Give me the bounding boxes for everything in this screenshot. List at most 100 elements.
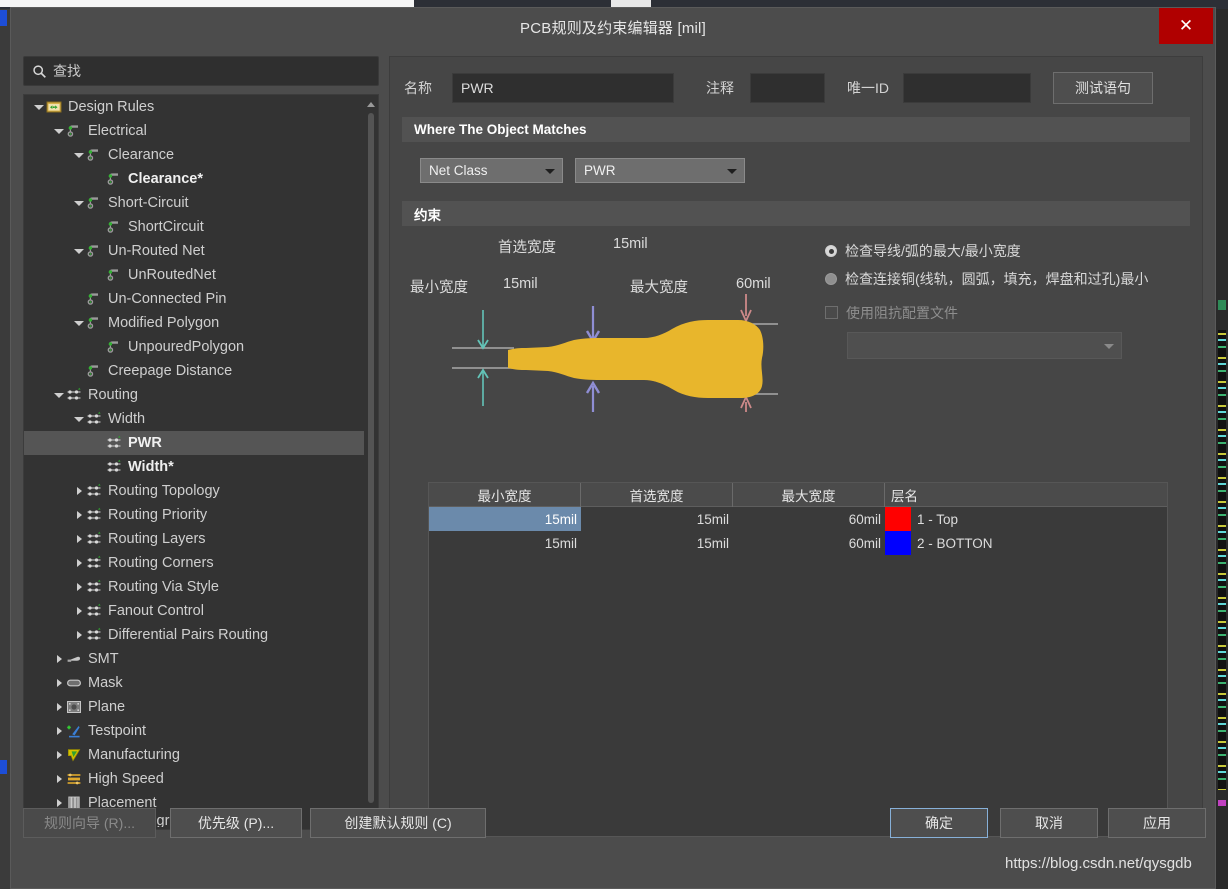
chevron-right-icon[interactable] — [52, 751, 66, 759]
chevron-down-icon[interactable] — [72, 320, 86, 326]
tree-item-fanout-control[interactable]: Fanout Control — [24, 599, 364, 623]
tree-item-pwr[interactable]: PWR — [24, 431, 364, 455]
tree-item-shortcircuit[interactable]: ShortCircuit — [24, 215, 364, 239]
chevron-right-icon[interactable] — [72, 583, 86, 591]
ok-button[interactable]: 确定 — [890, 808, 988, 838]
desktop-accent-marker-bottom — [0, 760, 7, 774]
scrollbar-thumb[interactable] — [368, 113, 374, 803]
tree-item-differential-pairs-routing[interactable]: Differential Pairs Routing — [24, 623, 364, 647]
tree-item-clearance[interactable]: Clearance — [24, 143, 364, 167]
chevron-right-icon[interactable] — [52, 655, 66, 663]
checkbox-icon[interactable] — [825, 306, 838, 319]
tree-item-clearance[interactable]: Clearance* — [24, 167, 364, 191]
option-check-track-width[interactable]: 检查导线/弧的最大/最小宽度 — [825, 242, 1190, 260]
chevron-down-icon[interactable] — [72, 416, 86, 422]
table-cell-layer[interactable]: 2 - BOTTON — [911, 536, 993, 551]
chevron-right-icon[interactable] — [72, 607, 86, 615]
tree-item-electrical[interactable]: Electrical — [24, 119, 364, 143]
chevron-down-icon[interactable] — [52, 128, 66, 134]
chevron-right-icon[interactable] — [52, 727, 66, 735]
tree-item-smt[interactable]: SMT — [24, 647, 364, 671]
desktop-background-top-white — [0, 0, 414, 7]
chevron-right-icon[interactable] — [72, 511, 86, 519]
chevron-right-icon[interactable] — [52, 679, 66, 687]
max-width-value: 60mil — [736, 276, 771, 292]
apply-button[interactable]: 应用 — [1108, 808, 1206, 838]
chevron-right-glyph — [56, 703, 62, 711]
chevron-down-icon[interactable] — [72, 152, 86, 158]
tree-item-routing-layers[interactable]: Routing Layers — [24, 527, 364, 551]
tree-item-routing[interactable]: Routing — [24, 383, 364, 407]
tree-item-unpouredpolygon[interactable]: UnpouredPolygon — [24, 335, 364, 359]
tree-item-design-rules[interactable]: Design Rules — [24, 95, 364, 119]
rule-wizard-label: 规则向导 (R)... — [44, 815, 135, 831]
tree-item-label: Design Rules — [68, 99, 155, 115]
chevron-right-icon[interactable] — [52, 775, 66, 783]
electrical-icon — [107, 341, 118, 353]
chevron-down-icon[interactable] — [72, 248, 86, 254]
routing-icon — [87, 483, 101, 496]
tree-item-testpoint[interactable]: Testpoint — [24, 719, 364, 743]
close-icon[interactable]: ✕ — [1159, 8, 1213, 44]
table-column-header-0[interactable]: 最小宽度 — [429, 483, 581, 507]
tree-item-creepage-distance[interactable]: Creepage Distance — [24, 359, 364, 383]
tree-item-short-circuit[interactable]: Short-Circuit — [24, 191, 364, 215]
table-cell-preferred[interactable]: 15mil — [581, 507, 733, 531]
scope-value-dropdown[interactable]: PWR — [575, 158, 745, 183]
tree-item-un-connected-pin[interactable]: Un-Connected Pin — [24, 287, 364, 311]
radio-icon[interactable] — [825, 245, 837, 257]
tree-item-routing-via-style[interactable]: Routing Via Style — [24, 575, 364, 599]
tree-item-modified-polygon[interactable]: Modified Polygon — [24, 311, 364, 335]
option-check-connected-copper[interactable]: 检查连接铜(线轨，圆弧，填充，焊盘和过孔)最小 — [825, 270, 1190, 288]
chevron-down-icon[interactable] — [72, 200, 86, 206]
rule-name-input[interactable] — [452, 73, 674, 103]
rules-tree-list[interactable]: Design Rules Electrical Clearance Clearance… — [24, 95, 364, 829]
cancel-button[interactable]: 取消 — [1000, 808, 1098, 838]
option-use-impedance-profile[interactable]: 使用阻抗配置文件 — [825, 304, 1190, 322]
tree-item-label: Creepage Distance — [108, 363, 233, 379]
tree-scrollbar[interactable] — [364, 95, 378, 829]
tree-item-mask[interactable]: Mask — [24, 671, 364, 695]
chevron-right-icon[interactable] — [72, 631, 86, 639]
table-cell-preferred[interactable]: 15mil — [581, 531, 733, 555]
table-column-header-1[interactable]: 首选宽度 — [581, 483, 733, 507]
table-row[interactable]: 15mil 15mil 60mil 1 - Top — [429, 507, 1167, 531]
unique-id-input[interactable] — [903, 73, 1031, 103]
table-cell-layer[interactable]: 1 - Top — [911, 512, 958, 527]
table-cell-min[interactable]: 15mil — [429, 507, 581, 531]
create-default-rules-button[interactable]: 创建默认规则 (C) — [310, 808, 486, 838]
table-column-header-2[interactable]: 最大宽度 — [733, 483, 885, 507]
scroll-up-icon[interactable] — [364, 97, 378, 111]
chevron-down-glyph — [54, 128, 64, 134]
table-cell-max[interactable]: 60mil — [733, 507, 885, 531]
tree-item-routing-topology[interactable]: Routing Topology — [24, 479, 364, 503]
tree-item-plane[interactable]: Plane — [24, 695, 364, 719]
tree-item-manufacturing[interactable]: Manufacturing — [24, 743, 364, 767]
table-row[interactable]: 15mil 15mil 60mil 2 - BOTTON — [429, 531, 1167, 555]
name-label: 名称 — [404, 80, 432, 96]
chevron-right-icon[interactable] — [52, 703, 66, 711]
search-input[interactable] — [53, 63, 370, 79]
tree-item-unroutednet[interactable]: UnRoutedNet — [24, 263, 364, 287]
tree-item-routing-corners[interactable]: Routing Corners — [24, 551, 364, 575]
table-column-header-3[interactable]: 层名 — [885, 483, 1167, 507]
chevron-right-icon[interactable] — [72, 559, 86, 567]
scope-type-dropdown[interactable]: Net Class — [420, 158, 563, 183]
rule-comment-input[interactable] — [750, 73, 825, 103]
table-cell-min[interactable]: 15mil — [429, 531, 581, 555]
table-cell-max[interactable]: 60mil — [733, 531, 885, 555]
tree-item-routing-priority[interactable]: Routing Priority — [24, 503, 364, 527]
tree-item-high-speed[interactable]: High Speed — [24, 767, 364, 791]
test-query-button[interactable]: 测试语句 — [1053, 72, 1153, 104]
chevron-down-icon[interactable] — [52, 392, 66, 398]
table-body[interactable]: 15mil 15mil 60mil 1 - Top 15mil 15mil 60mil 2 -… — [429, 507, 1167, 555]
chevron-right-icon[interactable] — [72, 535, 86, 543]
tree-item-width[interactable]: Width — [24, 407, 364, 431]
tree-item-un-routed-net[interactable]: Un-Routed Net — [24, 239, 364, 263]
priority-button[interactable]: 优先级 (P)... — [170, 808, 302, 838]
chevron-down-icon[interactable] — [32, 104, 46, 110]
search-box[interactable] — [23, 56, 379, 86]
radio-icon[interactable] — [825, 273, 837, 285]
chevron-right-icon[interactable] — [72, 487, 86, 495]
tree-item-width[interactable]: Width* — [24, 455, 364, 479]
